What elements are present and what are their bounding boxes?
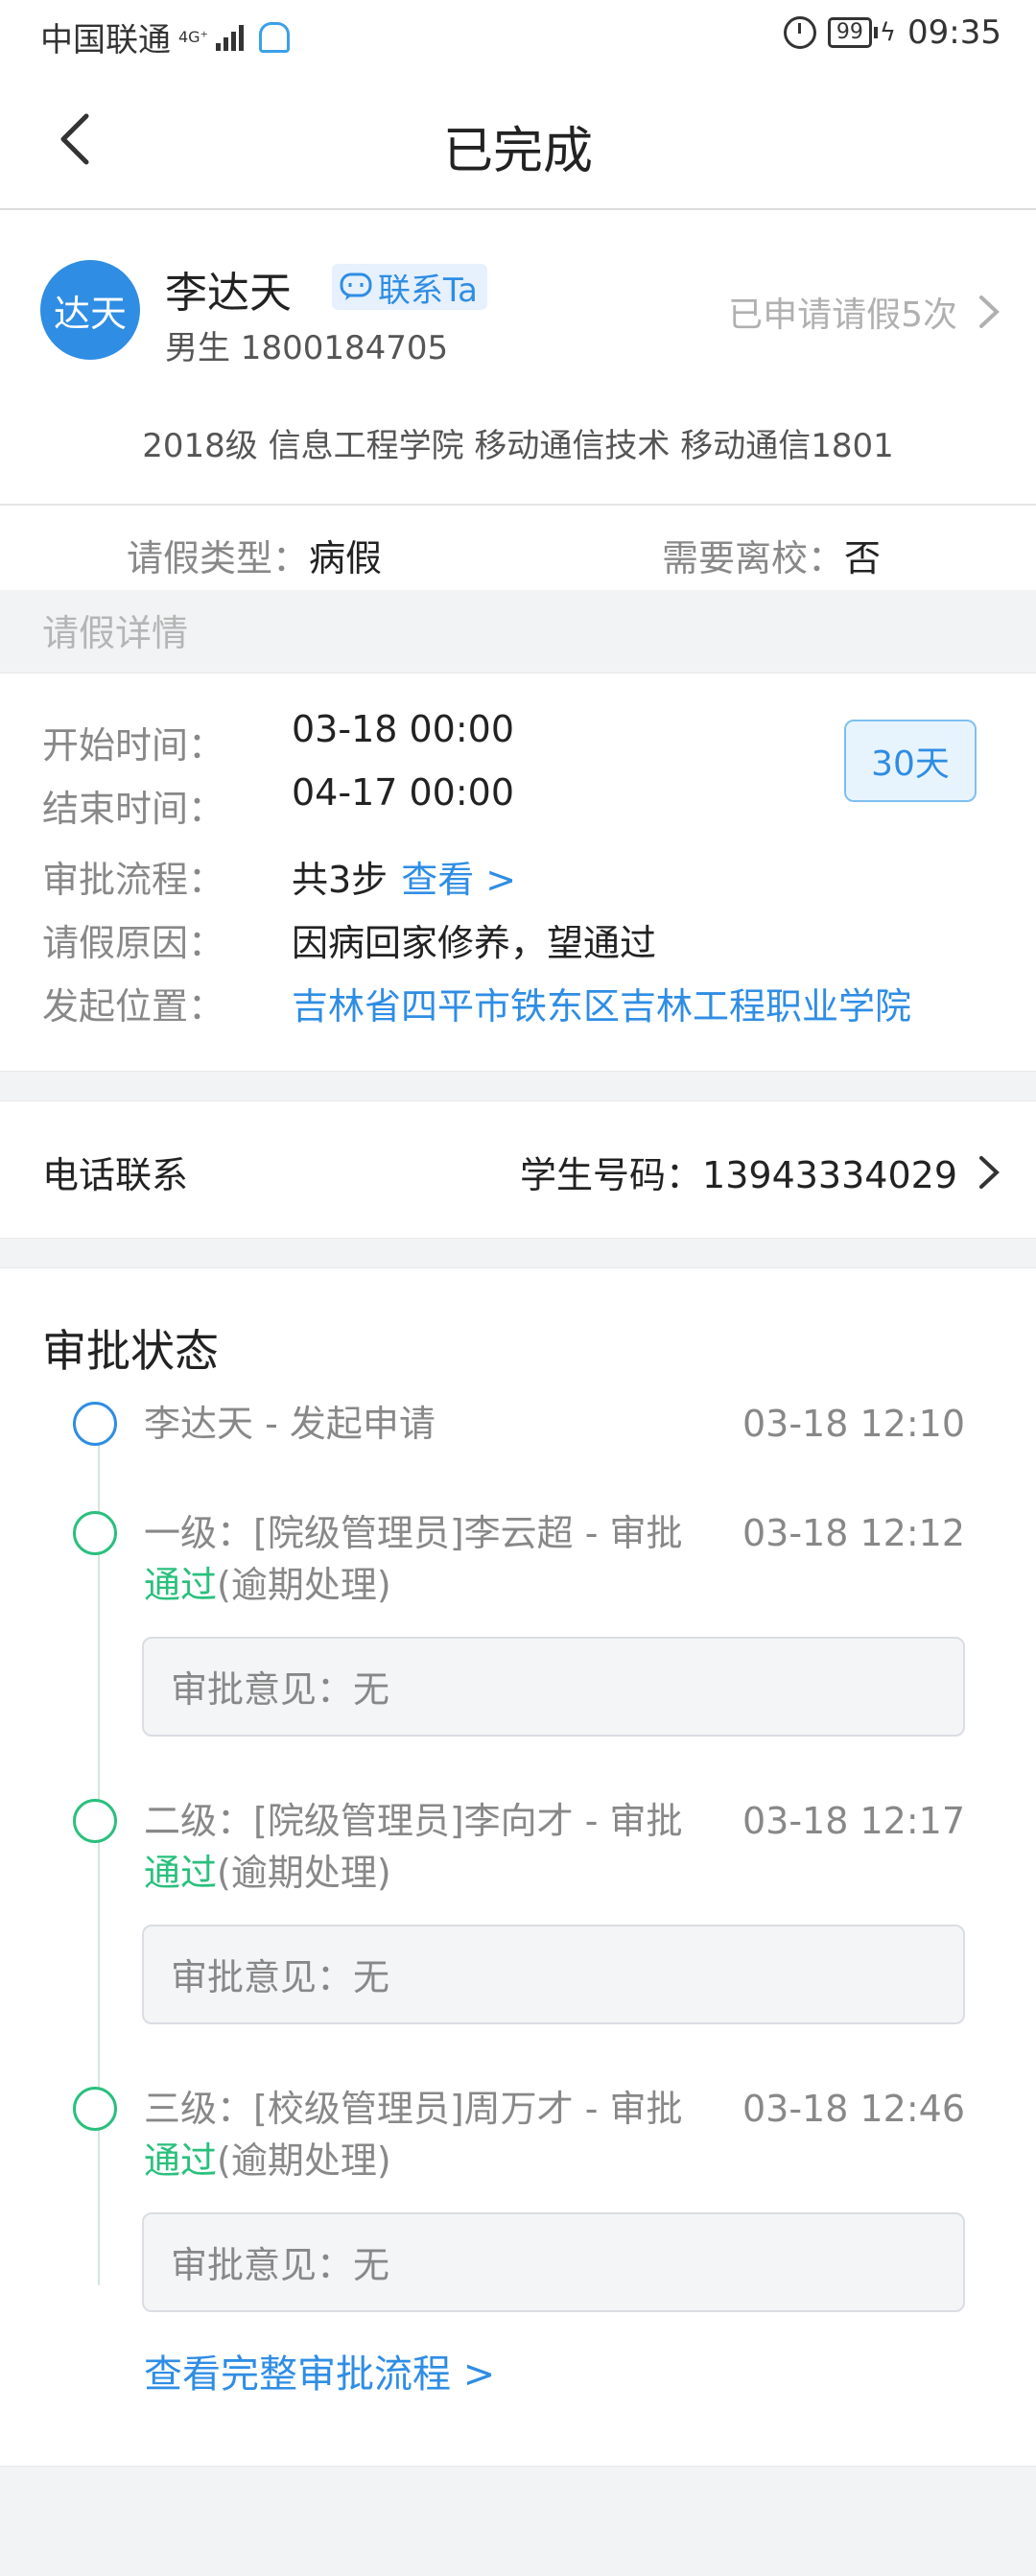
step-level3-time: 03-18 12:46 xyxy=(742,2088,965,2130)
nav-bar: 已完成 xyxy=(0,72,1036,210)
step-level3-opinion: 审批意见：无 xyxy=(142,2212,965,2312)
duration-badge: 30天 xyxy=(844,720,977,802)
end-time-row: 结束时间： 04-17 00:00 xyxy=(42,771,514,832)
timeline-node-level2 xyxy=(73,1799,117,1843)
step-level3-result: 通过(逾期处理) xyxy=(144,2135,683,2186)
student-phone: 学生号码：13943334029 xyxy=(520,1146,1001,1198)
student-card: 达天 李达天 联系Ta 男生 1800184705 已申请请假5次 2018级 … xyxy=(0,210,1036,506)
location-label: 发起位置： xyxy=(42,985,225,1028)
timeline-node-level1 xyxy=(73,1511,117,1555)
step-level1-opinion: 审批意见：无 xyxy=(142,1637,965,1737)
step-level1-note: (逾期处理) xyxy=(217,1564,391,1606)
start-time-row: 开始时间： 03-18 00:00 xyxy=(42,708,514,768)
carrier-name: 中国联通 xyxy=(40,21,171,59)
battery-level: 99 xyxy=(827,17,872,48)
approval-title: 审批状态 xyxy=(42,1325,219,1377)
step-initiate-text: 李达天 - 发起申请 xyxy=(144,1403,436,1445)
leave-school-label: 需要离校： xyxy=(662,537,845,579)
step-level2-time: 03-18 12:17 xyxy=(742,1800,965,1842)
page-title: 已完成 xyxy=(442,123,593,180)
student-gender-id: 男生 1800184705 xyxy=(165,329,449,367)
step-level3-title: 三级：[校级管理员]周万才 - 审批 xyxy=(144,2088,683,2130)
step-level3-text: 三级：[校级管理员]周万才 - 审批 通过(逾期处理) xyxy=(144,2083,683,2186)
phone-label: 电话联系 xyxy=(42,1154,189,1196)
view-flow-link[interactable]: 查看 > xyxy=(401,850,516,903)
leave-type: 请假类型：病假 xyxy=(127,529,382,581)
timeline-node-start xyxy=(73,1402,117,1446)
step-level1-result: 通过(逾期处理) xyxy=(144,1559,683,1611)
contact-label: 联系Ta xyxy=(378,271,478,310)
step-level2-opinion-text: 审批意见：无 xyxy=(171,1956,390,1998)
contact-button[interactable]: 联系Ta xyxy=(332,264,487,310)
status-left: 中国联通 4G⁺ xyxy=(40,13,291,60)
leave-details: 开始时间： 03-18 00:00 结束时间： 04-17 00:00 审批流程… xyxy=(0,673,1036,1072)
start-time-label: 开始时间： xyxy=(42,724,225,767)
end-time-label: 结束时间： xyxy=(42,788,225,830)
reason-label: 请假原因： xyxy=(42,922,225,964)
step-level2-result: 通过(逾期处理) xyxy=(144,1847,683,1899)
phone-contact-row[interactable]: 电话联系 学生号码：13943334029 xyxy=(0,1100,1036,1239)
location-row: 发起位置： 吉林省四平市铁东区吉林工程职业学院 xyxy=(42,977,911,1029)
chat-bubble-icon xyxy=(340,272,372,300)
approval-flow-row: 审批流程： 共3步 查看 > xyxy=(42,850,516,903)
step-level1-title: 一级：[院级管理员]李云超 - 审批 xyxy=(144,1512,683,1554)
student-name: 李达天 xyxy=(165,269,292,318)
charging-icon: ϟ xyxy=(879,18,897,47)
clock: 09:35 xyxy=(907,13,1001,52)
chevron-right-icon xyxy=(979,295,1000,328)
step-level3-note: (逾期处理) xyxy=(217,2139,391,2182)
step-level3-opinion-text: 审批意见：无 xyxy=(171,2244,390,2286)
status-bar: 中国联通 4G⁺ 99 ϟ 09:35 xyxy=(0,0,1036,72)
step-level1-pass: 通过 xyxy=(144,1564,218,1606)
approval-status-section: 审批状态 李达天 - 发起申请 03-18 12:10 一级：[院级管理员]李云… xyxy=(0,1267,1036,2467)
step-level2-title: 二级：[院级管理员]李向才 - 审批 xyxy=(144,1800,683,1842)
reason-row: 请假原因： 因病回家修养，望通过 xyxy=(42,913,656,966)
step-level3-pass: 通过 xyxy=(144,2139,218,2182)
approval-flow-value: 共3步 xyxy=(292,859,388,901)
step-level1-time: 03-18 12:12 xyxy=(742,1512,965,1554)
battery-tip xyxy=(873,27,878,38)
leave-history-link[interactable]: 已申请请假5次 xyxy=(728,287,1001,337)
alarm-icon xyxy=(783,16,816,49)
status-right: 99 ϟ 09:35 xyxy=(783,13,1001,52)
step-level2-text: 二级：[院级管理员]李向才 - 审批 通过(逾期处理) xyxy=(144,1795,683,1899)
notification-icon xyxy=(259,21,291,53)
location-link[interactable]: 吉林省四平市铁东区吉林工程职业学院 xyxy=(292,977,911,1029)
timeline-line xyxy=(98,1441,100,2285)
signal-icon xyxy=(216,24,245,51)
leave-type-value: 病假 xyxy=(309,537,383,579)
step-level1-opinion-text: 审批意见：无 xyxy=(171,1668,390,1711)
approval-flow-label: 审批流程： xyxy=(42,859,225,901)
step-level1-text: 一级：[院级管理员]李云超 - 审批 通过(逾期处理) xyxy=(144,1507,683,1611)
leave-type-label: 请假类型： xyxy=(127,537,310,579)
step-level2-pass: 通过 xyxy=(144,1852,218,1894)
details-header-text: 请假详情 xyxy=(42,612,189,654)
chevron-right-icon xyxy=(979,1155,1000,1189)
network-type: 4G⁺ xyxy=(178,27,209,46)
reason-value: 因病回家修养，望通过 xyxy=(292,922,657,964)
end-time-value: 04-17 00:00 xyxy=(292,771,515,814)
student-phone-number: 学生号码：13943334029 xyxy=(520,1154,957,1196)
leave-type-row: 请假类型：病假 需要离校：否 xyxy=(0,506,1036,590)
leave-count-text: 已申请请假5次 xyxy=(728,295,957,335)
start-time-value: 03-18 00:00 xyxy=(292,708,515,750)
view-full-flow-link[interactable]: 查看完整审批流程 > xyxy=(144,2343,495,2399)
battery-icon: 99 ϟ xyxy=(827,17,897,48)
page: 中国联通 4G⁺ 99 ϟ 09:35 已完成 达天 李达天 联系Ta 男生 1… xyxy=(0,0,1036,2576)
step-initiate-time: 03-18 12:10 xyxy=(742,1403,965,1445)
avatar: 达天 xyxy=(40,260,140,360)
details-section-header: 请假详情 xyxy=(0,590,1036,671)
leave-school: 需要离校：否 xyxy=(662,529,881,581)
step-level2-note: (逾期处理) xyxy=(217,1852,391,1894)
leave-school-value: 否 xyxy=(844,537,882,579)
student-class-info: 2018级 信息工程学院 移动通信技术 移动通信1801 xyxy=(142,427,894,465)
step-level2-opinion: 审批意见：无 xyxy=(142,1925,965,2024)
timeline-node-level3 xyxy=(73,2087,117,2131)
